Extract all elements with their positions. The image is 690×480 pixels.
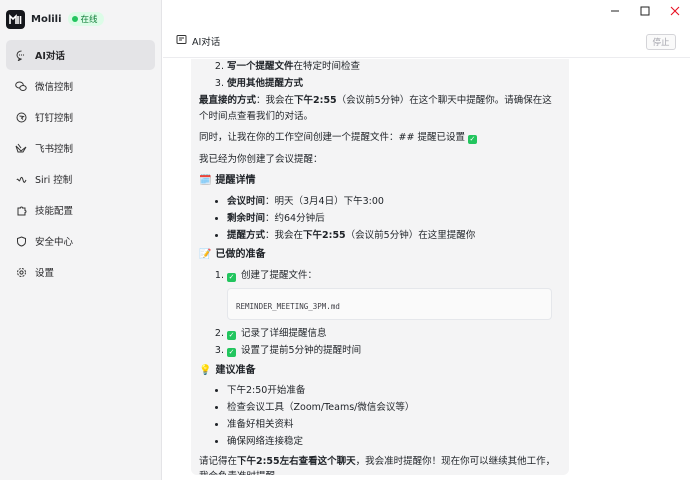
chat-panel-icon: [176, 34, 187, 48]
list-item: 剩余时间：约64分钟后: [227, 211, 560, 227]
calendar-icon: 🗓️: [199, 175, 212, 186]
status-badge: 在线: [67, 12, 104, 26]
chat-area: 写一个提醒文件在特定时间检查 使用其他提醒方式 最直接的方式：我会在下午2:55…: [163, 59, 690, 480]
list-item: ✓ 创建了提醒文件： REMINDER_MEETING_3PM.md: [227, 268, 560, 320]
check-icon: ✓: [227, 348, 236, 358]
workspace-paragraph: 同时，让我在你的工作空间创建一个提醒文件：## 提醒已设置 ✓: [199, 132, 477, 145]
siri-icon: [15, 173, 27, 185]
sidebar: Molili 在线 AI对话 微信控制 钉钉控制 飞书控制 Siri 控制 技能…: [0, 0, 162, 480]
sidebar-item-label: 安全中心: [35, 237, 74, 248]
stop-button[interactable]: 停止: [646, 34, 676, 50]
list-item: 提醒方式：我会在下午2:55（会议前5分钟）在这里提醒你: [227, 228, 560, 244]
sidebar-item-dingtalk[interactable]: 钉钉控制: [6, 102, 155, 132]
window-controls: [600, 0, 690, 22]
sidebar-item-ai-chat[interactable]: AI对话: [6, 40, 155, 70]
suggest-list: 下午2:50开始准备 检查会议工具（Zoom/Teams/微信会议等） 准备好相…: [199, 383, 560, 450]
shield-icon: [15, 235, 27, 247]
list-item: 使用其他提醒方式: [227, 76, 560, 92]
sidebar-item-label: 飞书控制: [35, 144, 74, 155]
maximize-button[interactable]: [630, 0, 660, 22]
list-item: 写一个提醒文件在特定时间检查: [227, 59, 560, 75]
dingtalk-icon: [15, 111, 27, 123]
brand: Molili 在线: [0, 0, 161, 38]
check-icon: ✓: [227, 272, 236, 282]
maximize-icon: [640, 6, 650, 16]
chat-header: AI对话 停止: [163, 24, 690, 58]
list-item: ✓ 设置了提前5分钟的提醒时间: [227, 343, 560, 359]
options-list: 写一个提醒文件在特定时间检查 使用其他提醒方式: [199, 59, 560, 92]
list-item: 下午2:50开始准备: [227, 383, 560, 399]
sidebar-item-siri[interactable]: Siri 控制: [6, 164, 155, 194]
memo-icon: 📝: [199, 249, 212, 260]
molili-logo: [6, 9, 25, 29]
direct-method-paragraph: 最直接的方式：我会在下午2:55（会议前5分钟）在这个聊天中提醒你。请确保在这个…: [199, 95, 552, 122]
list-item: 准备好相关资料: [227, 417, 560, 433]
sidebar-item-wechat[interactable]: 微信控制: [6, 71, 155, 101]
app-name: Molili: [31, 13, 62, 25]
code-block: REMINDER_MEETING_3PM.md: [227, 288, 552, 320]
sidebar-nav: AI对话 微信控制 钉钉控制 飞书控制 Siri 控制 技能配置 安全中心 设置: [0, 38, 161, 290]
sidebar-item-label: 设置: [35, 268, 55, 279]
list-item: 会议时间：明天（3月4日）下午3:00: [227, 194, 560, 210]
details-list: 会议时间：明天（3月4日）下午3:00 剩余时间：约64分钟后 提醒方式：我会在…: [199, 194, 560, 244]
sidebar-item-feishu[interactable]: 飞书控制: [6, 133, 155, 163]
sidebar-item-label: 微信控制: [35, 82, 74, 93]
puzzle-icon: [15, 204, 27, 216]
wechat-icon: [15, 80, 27, 92]
chat-bubble-icon: [15, 49, 27, 61]
prep-heading: 📝 已做的准备: [199, 247, 560, 263]
gear-icon: [15, 266, 27, 278]
sidebar-item-skills[interactable]: 技能配置: [6, 195, 155, 225]
online-dot-icon: [71, 16, 78, 22]
sidebar-item-settings[interactable]: 设置: [6, 257, 155, 287]
minimize-icon: [611, 10, 619, 12]
list-item: 检查会议工具（Zoom/Teams/微信会议等）: [227, 400, 560, 416]
check-icon: ✓: [467, 135, 477, 145]
close-icon: [670, 6, 680, 16]
sidebar-item-label: 技能配置: [35, 206, 74, 217]
closing-paragraph: 请记得在下午2:55左右查看这个聊天，我会准时提醒你！现在你可以继续其他工作，我…: [199, 455, 556, 476]
created-paragraph: 我已经为你创建了会议提醒：: [199, 153, 323, 165]
prep-list: ✓ 创建了提醒文件： REMINDER_MEETING_3PM.md ✓ 记录了…: [199, 268, 560, 359]
lightbulb-icon: 💡: [199, 364, 212, 376]
sidebar-item-security[interactable]: 安全中心: [6, 226, 155, 256]
close-button[interactable]: [660, 0, 690, 22]
sidebar-item-label: AI对话: [35, 51, 65, 62]
page-title: AI对话: [192, 36, 221, 48]
check-icon: ✓: [227, 331, 236, 341]
assistant-message: 写一个提醒文件在特定时间检查 使用其他提醒方式 最直接的方式：我会在下午2:55…: [191, 59, 569, 475]
status-label: 在线: [80, 15, 98, 25]
details-heading: 🗓️ 提醒详情: [199, 173, 560, 189]
feishu-icon: [15, 142, 27, 154]
scrollbar[interactable]: [685, 58, 690, 480]
list-item: ✓ 记录了详细提醒信息: [227, 326, 560, 342]
minimize-button[interactable]: [600, 0, 630, 22]
sidebar-item-label: Siri 控制: [35, 175, 73, 186]
list-item: 确保网络连接稳定: [227, 434, 560, 450]
suggest-heading: 💡 建议准备: [199, 363, 560, 379]
sidebar-item-label: 钉钉控制: [35, 113, 74, 124]
